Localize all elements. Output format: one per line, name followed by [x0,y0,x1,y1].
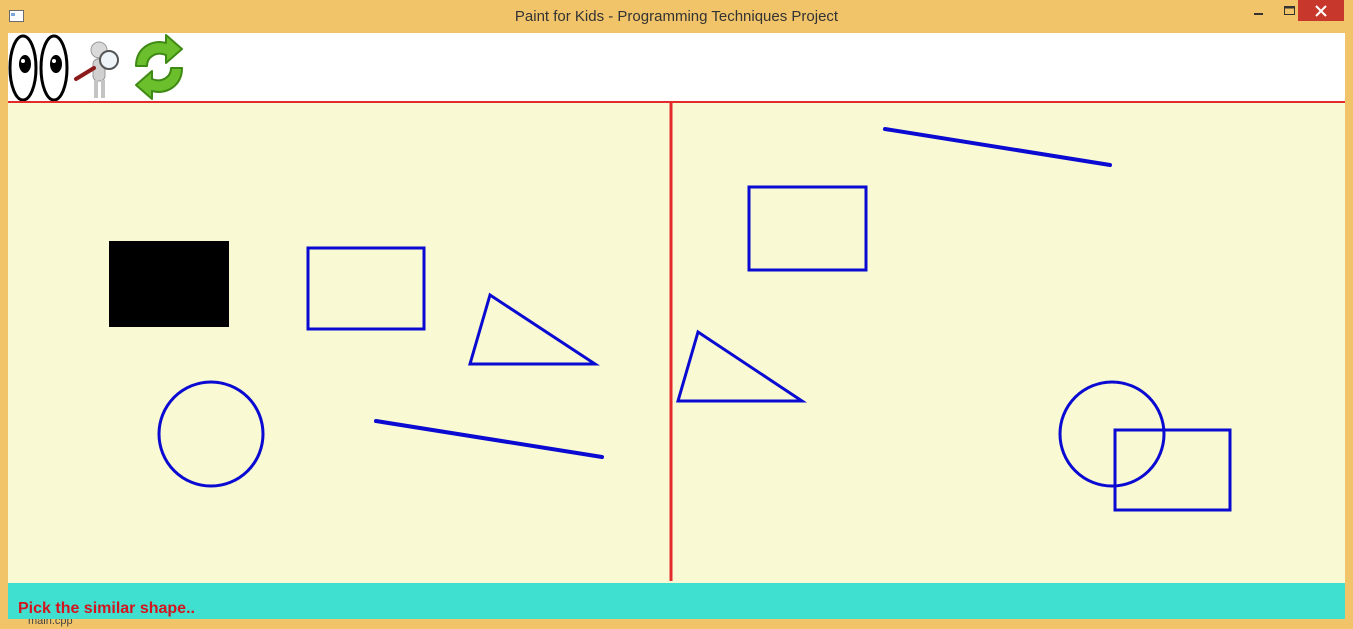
triangle-shape[interactable] [676,329,807,403]
app-window: Paint for Kids - Programming Techniques … [0,0,1353,629]
close-button[interactable] [1298,0,1344,21]
minimize-button[interactable] [1244,0,1274,22]
rectangle-shape[interactable] [1113,428,1232,512]
circle-shape[interactable] [1058,380,1166,488]
eyes-icon[interactable] [8,33,70,101]
filled-rectangle[interactable] [109,241,229,327]
refresh-icon[interactable] [130,33,188,101]
line-shape[interactable] [374,419,604,459]
background-text: main.cpp [28,619,73,627]
drawing-canvas[interactable] [8,103,1345,583]
line-shape[interactable] [883,127,1112,167]
magnifier-person-icon[interactable] [70,33,130,101]
close-icon [1315,4,1327,17]
title-bar[interactable]: Paint for Kids - Programming Techniques … [0,0,1353,33]
minimize-icon [1254,13,1263,15]
window-title: Paint for Kids - Programming Techniques … [514,8,839,25]
status-message: Pick the similar shape.. [18,600,195,617]
circle-shape[interactable] [157,380,265,488]
triangle-shape[interactable] [468,292,601,366]
toolbar [8,33,1345,101]
background-window-strip: main.cpp [0,619,1353,629]
maximize-icon [1283,6,1295,15]
canvas-shapes [109,103,1232,581]
rectangle-shape[interactable] [306,246,426,331]
rectangle-shape[interactable] [747,185,868,272]
status-bar: Pick the similar shape.. [8,583,1345,619]
